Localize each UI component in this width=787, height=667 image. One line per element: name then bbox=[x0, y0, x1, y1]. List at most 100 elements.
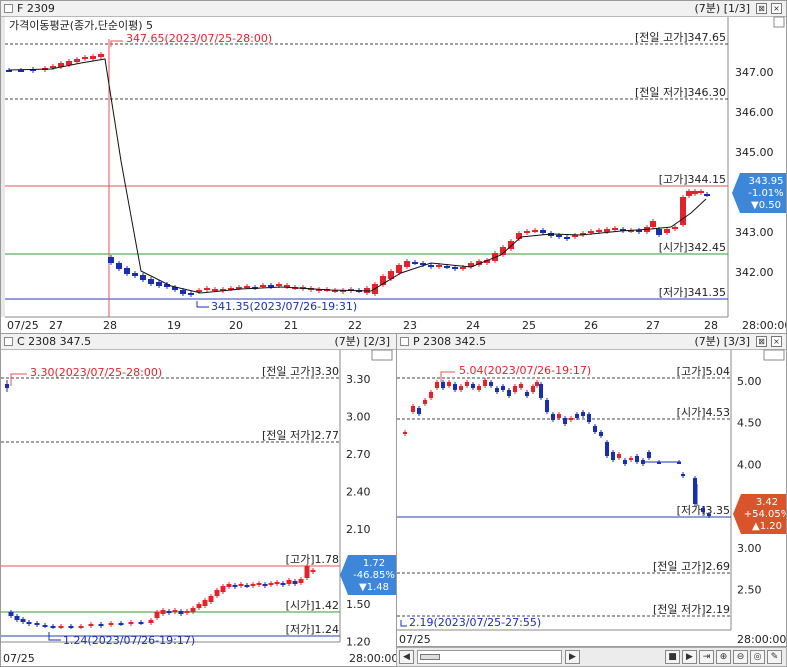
y-tick-label: 3.00 bbox=[737, 542, 762, 555]
y-tick-label: 4.00 bbox=[737, 458, 762, 471]
candle-body bbox=[244, 286, 250, 288]
badge-percent: -46.85% bbox=[353, 570, 395, 581]
candle-body bbox=[34, 623, 40, 625]
candle-body bbox=[453, 384, 457, 390]
y-tick-label: 2.10 bbox=[346, 523, 371, 536]
candle-body bbox=[581, 412, 585, 416]
candle-body bbox=[190, 608, 196, 612]
candle-body bbox=[412, 262, 418, 264]
put-plot[interactable]: [고가]5.04[시가]4.53[저가]3.35[전일 고가]2.69[전일 저… bbox=[397, 334, 786, 646]
candle-body bbox=[444, 266, 450, 268]
candle-body bbox=[429, 392, 433, 398]
candle-body bbox=[132, 273, 138, 276]
candle-body bbox=[156, 282, 162, 286]
candle-body bbox=[452, 267, 458, 269]
candle-body bbox=[587, 414, 591, 422]
level-label: [고가]344.15 bbox=[659, 173, 726, 186]
scroll-track[interactable] bbox=[417, 650, 562, 664]
candle-body bbox=[172, 610, 178, 612]
level-label: [저가]1.24 bbox=[286, 623, 339, 636]
candle-body bbox=[148, 279, 154, 284]
chart-pane-call[interactable]: C 2308 347.5 (7분) [2/3] [전일 고가]3.30 [전일 저… bbox=[0, 333, 397, 667]
scale-toggle-icon bbox=[763, 349, 785, 361]
candle-body bbox=[707, 514, 711, 516]
candle-body bbox=[268, 583, 274, 585]
badge-percent: -1.01% bbox=[748, 188, 783, 199]
candle-body bbox=[507, 390, 511, 396]
candle-body bbox=[535, 382, 539, 386]
x-tick-label: 19 bbox=[167, 319, 181, 332]
level-label: [고가]5.04 bbox=[677, 365, 730, 378]
candle-body bbox=[596, 230, 602, 232]
candle-body bbox=[18, 70, 24, 72]
y-tick-label: 343.00 bbox=[735, 226, 774, 239]
level-label: [고가]1.78 bbox=[286, 553, 339, 566]
candle-body bbox=[196, 604, 202, 608]
scroll-thumb[interactable] bbox=[420, 654, 440, 660]
candle-body bbox=[516, 233, 522, 239]
candle-body bbox=[298, 579, 304, 583]
candle-body bbox=[605, 442, 609, 456]
candle-body bbox=[532, 230, 538, 232]
candle-body bbox=[545, 400, 549, 412]
candle-body bbox=[692, 191, 698, 194]
stop-icon[interactable]: ■ bbox=[665, 650, 680, 664]
candle-body bbox=[436, 265, 442, 267]
call-plot[interactable]: [전일 고가]3.30 [전일 저가]2.77 [고가]1.78 [시가]1.42 [저… bbox=[1, 334, 396, 666]
candle-body bbox=[664, 229, 670, 233]
y-tick-label: 5.00 bbox=[737, 375, 762, 388]
futures-plot[interactable]: 가격이동평균(종가,단순이평) 5 [전일 고가]347.65 [전일 저가]346… bbox=[1, 1, 786, 333]
candle-body bbox=[148, 620, 154, 623]
zoom-in-icon[interactable]: ⊕ bbox=[716, 650, 731, 664]
badge-change: ▼1.48 bbox=[359, 582, 389, 593]
candle-body bbox=[501, 386, 505, 390]
candle-body bbox=[292, 581, 298, 584]
y-tick-label: 3.00 bbox=[346, 411, 371, 424]
candle-body bbox=[551, 414, 555, 420]
candle-body bbox=[90, 56, 96, 59]
settings-icon[interactable]: ✎ bbox=[767, 650, 782, 664]
candle-body bbox=[202, 600, 208, 606]
candle-body bbox=[635, 456, 639, 462]
candle-body bbox=[575, 414, 579, 418]
candle-body bbox=[563, 418, 567, 424]
candle-body bbox=[698, 191, 704, 193]
play-icon[interactable]: ▶ bbox=[682, 650, 697, 664]
scroll-right-button[interactable]: ▶ bbox=[565, 650, 580, 664]
candle-body bbox=[623, 460, 627, 464]
candle-body bbox=[588, 231, 594, 233]
x-tick-label: 26 bbox=[584, 319, 598, 332]
candle-body bbox=[525, 392, 529, 396]
candle-body bbox=[404, 261, 410, 267]
candle-body bbox=[160, 610, 166, 614]
zoom-out-icon[interactable]: ⊖ bbox=[733, 650, 748, 664]
annotation-arrow bbox=[196, 301, 209, 308]
x-tick-label: 24 bbox=[466, 319, 480, 332]
candle-body bbox=[166, 611, 172, 613]
candle-body bbox=[465, 382, 469, 386]
chart-pane-put[interactable]: P 2308 342.5 (7분) [3/3] ⊠ × [고가]5.04 [시가]… bbox=[396, 333, 787, 647]
badge-price: 343.95 bbox=[749, 176, 784, 187]
candle-body bbox=[540, 230, 546, 233]
x-tick-label: 20 bbox=[229, 319, 243, 332]
chart-pane-futures[interactable]: F 2309 (7분) [1/3] ⊠ × 가격이동평균(종가,단순이평) 5[… bbox=[0, 0, 787, 334]
badge-price: 3.42 bbox=[756, 497, 778, 508]
candle-body bbox=[188, 293, 194, 295]
badge-change: ▲1.20 bbox=[752, 521, 782, 532]
y-tick-label: 1.50 bbox=[346, 598, 371, 611]
candle-body bbox=[178, 611, 184, 614]
candle-body bbox=[274, 582, 280, 584]
candle-body bbox=[124, 268, 130, 274]
candle-body bbox=[214, 590, 220, 596]
candle-body bbox=[447, 382, 451, 386]
badge-price: 1.72 bbox=[363, 558, 385, 569]
badge-percent: +54.05% bbox=[744, 509, 786, 520]
candle-body bbox=[519, 384, 523, 388]
x-tick-label: 28 bbox=[103, 319, 117, 332]
level-label: [전일 저가]2.19 bbox=[653, 602, 730, 616]
zoom-reset-icon[interactable]: ◎ bbox=[750, 650, 765, 664]
annotation-arrow bbox=[10, 373, 27, 386]
next-icon[interactable]: ⇥ bbox=[699, 650, 714, 664]
scroll-left-button[interactable]: ◀ bbox=[399, 650, 414, 664]
candle-body bbox=[140, 275, 146, 280]
